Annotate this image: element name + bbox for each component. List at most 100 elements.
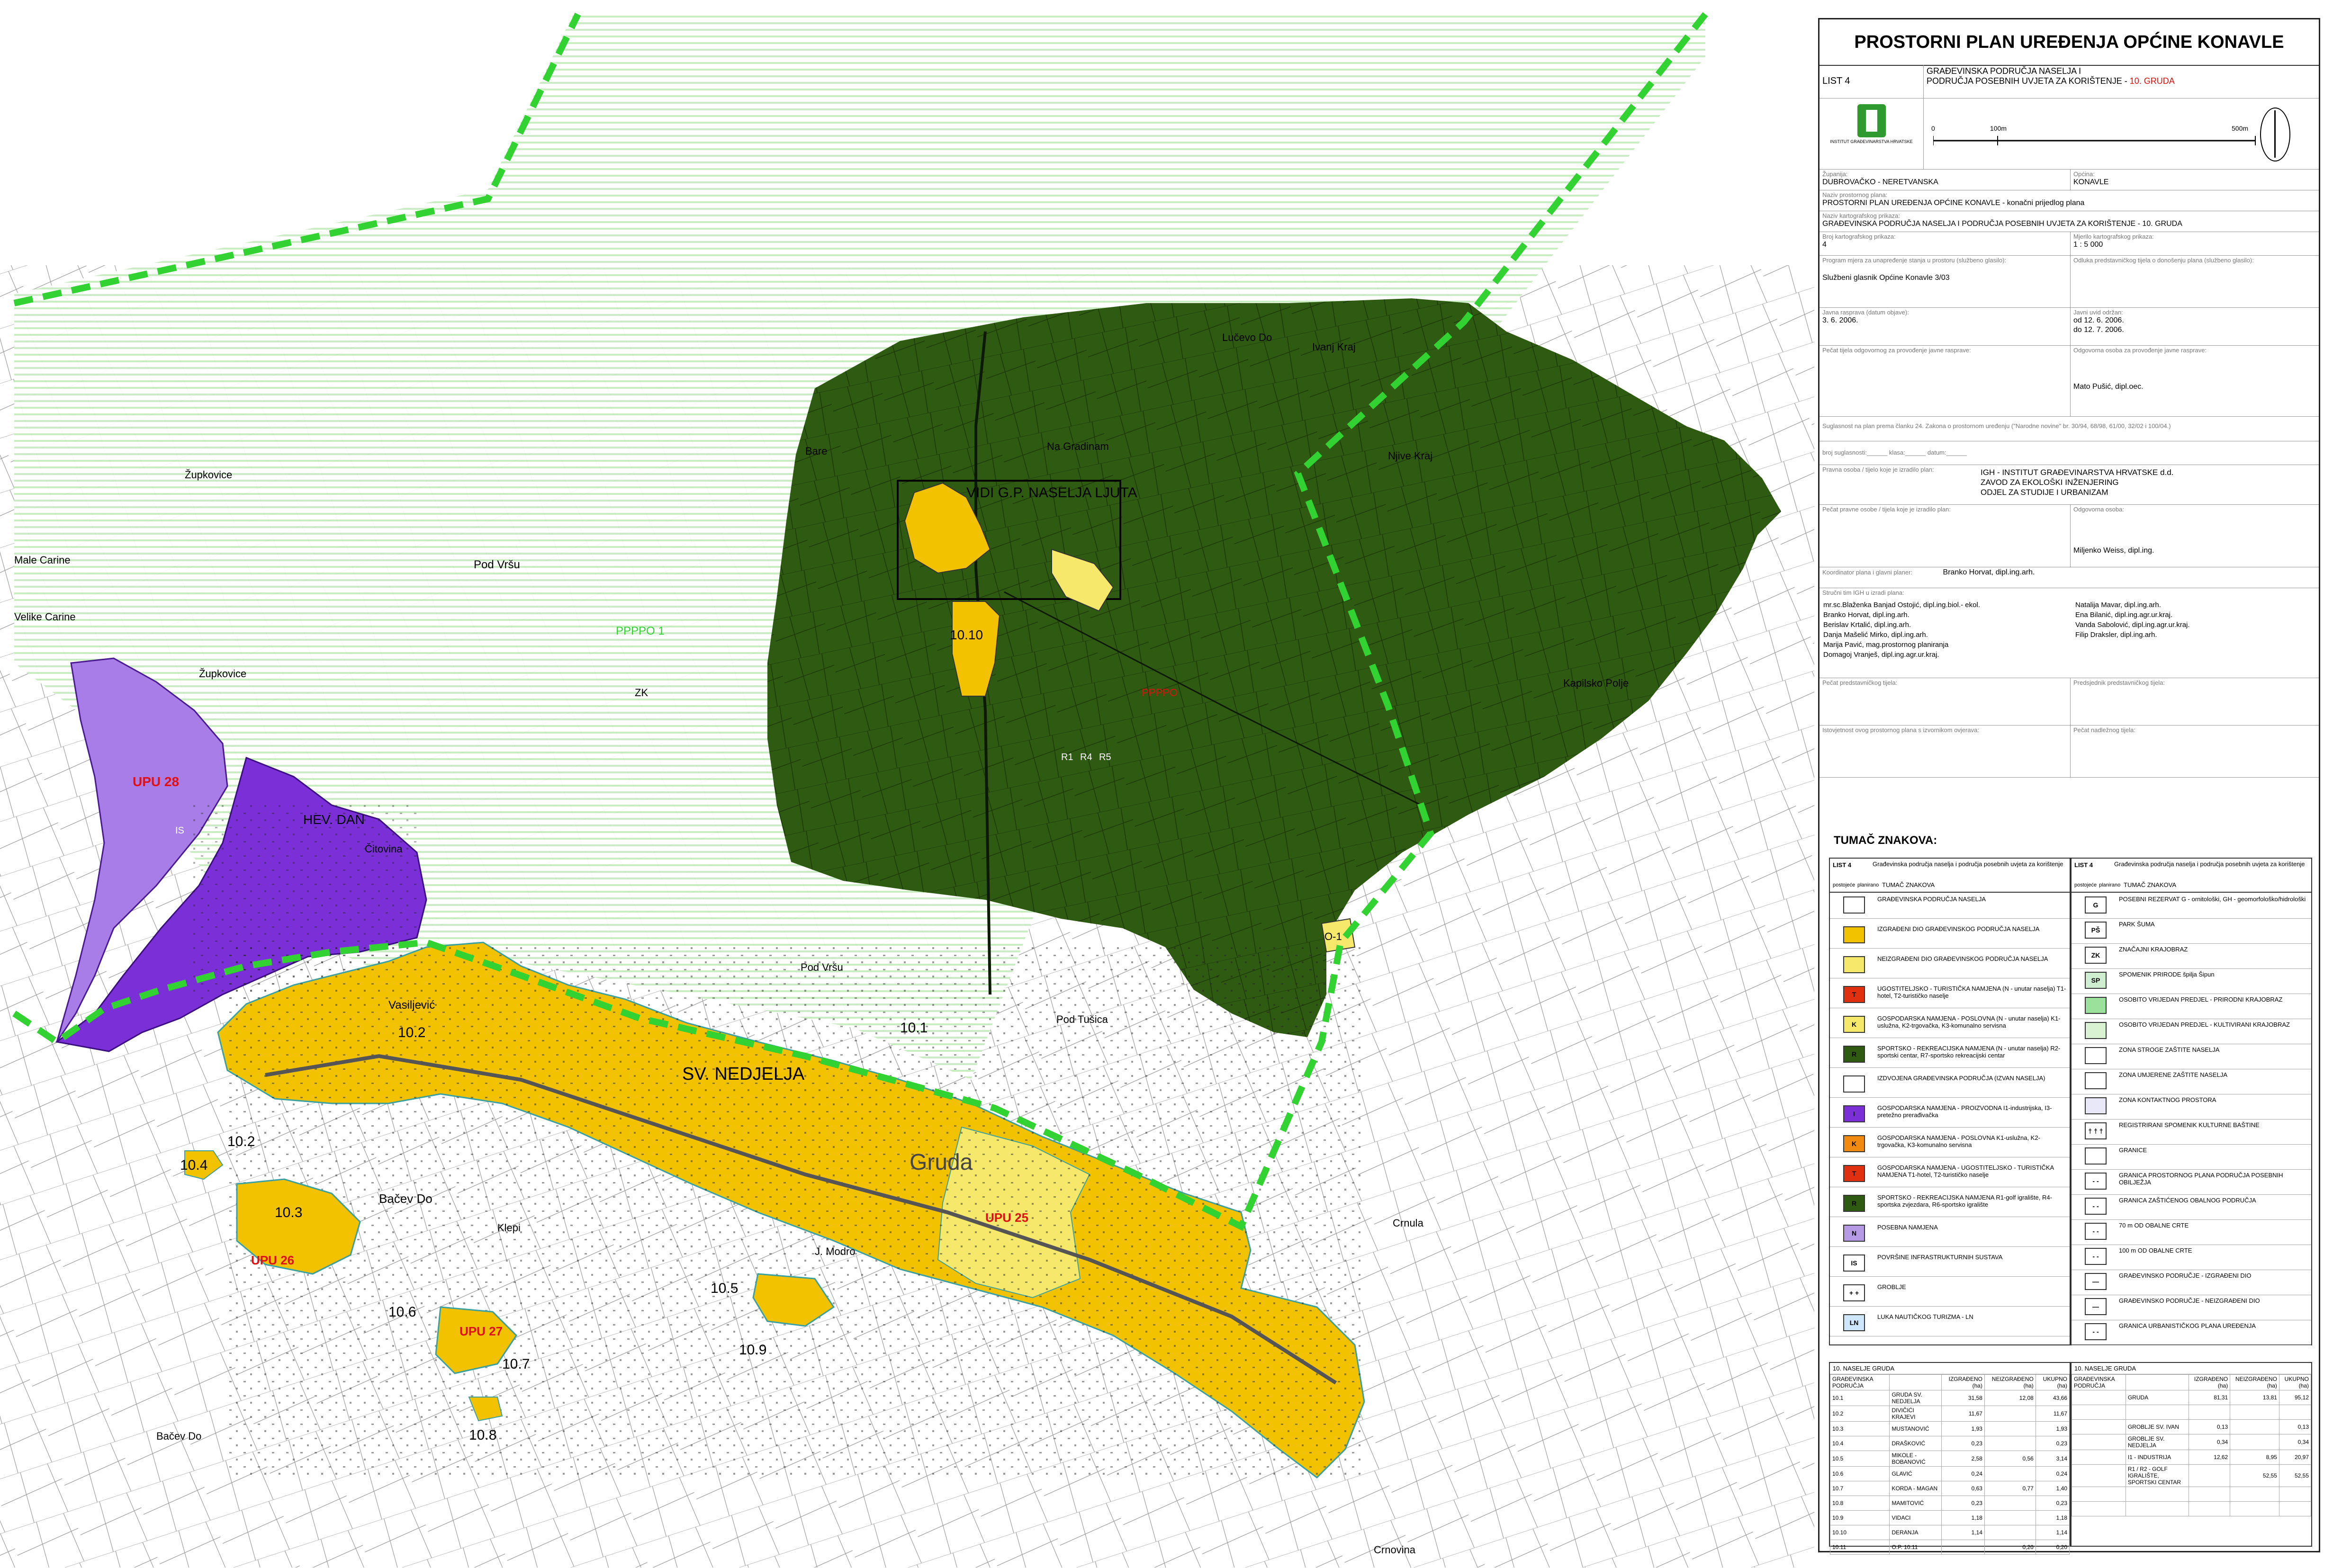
legend-symbol-icon: - - (2085, 1248, 2107, 1265)
legend-symbol-icon (1843, 956, 1865, 973)
legend-symbol-icon (2085, 997, 2107, 1014)
table-header-cell: IZGRAĐENO (ha) (1941, 1374, 1985, 1390)
legend-label: GOSPODARSKA NAMJENA - POSLOVNA (N - unut… (1877, 1015, 2061, 1029)
label-na-gradinam: Na Gradinam (1047, 440, 1109, 452)
legend-left-c1: postojeće (1833, 882, 1856, 888)
pravna-line-1: IGH - INSTITUT GRAĐEVINARSTVA HRVATSKE d… (1981, 468, 2174, 477)
team-member: Filip Draksler, dipl.ing.arh. (2075, 631, 2157, 639)
table-row: GROBLJE SV. IVAN 0,13 0,13 (2072, 1419, 2312, 1434)
legend-item: PŠ PARK ŠUMA (2072, 918, 2311, 944)
table-cell: 10.8 (1829, 1496, 1890, 1511)
label-crnula: Crnula (1393, 1217, 1424, 1229)
label-lucovo: Lučevo Do (1222, 332, 1272, 343)
table-cell: 3,14 (2035, 1451, 2070, 1467)
table-row: 10.4 DRAŠKOVIĆ 0,23 0,23 (1829, 1436, 2070, 1451)
label-10-5: 10.5 (711, 1281, 738, 1296)
label-10-3: 10.3 (275, 1205, 302, 1220)
label-velike-carine: Velike Carine (14, 611, 76, 623)
odgovorna-value: Mato Pušić, dipl.oec. (2073, 383, 2144, 391)
legend-label: 70 m OD OBALNE CRTE (2119, 1222, 2189, 1229)
scale-100: 100m (1990, 125, 2007, 132)
table-cell (1984, 1436, 2036, 1451)
label-r1: R1 (1061, 752, 1073, 762)
legend-label: ZNAČAJNI KRAJOBRAZ (2119, 946, 2188, 953)
legend-label: GRAĐEVINSKO PODRUČJE - IZGRAĐENI DIO (2119, 1272, 2252, 1279)
naziv-prikaza-label: Naziv kartografskog prikaza: (1822, 212, 1901, 219)
legend-symbol-icon (1843, 1075, 1865, 1093)
table-cell: KORDA - MAGAN (1889, 1481, 1942, 1496)
table-cell: MAMITOVIĆ (1889, 1496, 1942, 1511)
label-pod-vrsu: Pod Vršu (474, 558, 520, 571)
table-cell (2125, 1501, 2189, 1516)
label-bacev-do: Bačev Do (379, 1192, 432, 1206)
legend-symbol-icon: R (1843, 1046, 1865, 1063)
legend-right-list: LIST 4 (2074, 861, 2093, 869)
team-right: Natalija Mavar, dipl.ing.arh. Ena Bilani… (2075, 600, 2190, 640)
table-row: 10.8 MAMITOVIĆ 0,23 0,23 (1829, 1496, 2070, 1511)
legend-symbol-icon: — (2085, 1298, 2107, 1315)
team-member: Vanda Sabolović, dipl.ing.agr.ur.kraj. (2075, 621, 2190, 629)
legend-label: PARK ŠUMA (2119, 921, 2155, 928)
table-cell (2230, 1487, 2279, 1502)
legend-symbol-icon: - - (2085, 1223, 2107, 1240)
label-r5: R5 (1099, 752, 1111, 762)
legend-right: LIST 4 Građevinska područja naselja i po… (2071, 858, 2312, 1345)
legend-symbol-icon: K (1843, 1135, 1865, 1152)
javna-value: 3. 6. 2006. (1822, 316, 1858, 324)
legend-symbol-icon: IS (1843, 1254, 1865, 1272)
legend-label: OSOBITO VRIJEDAN PREDJEL - PRIRODNI KRAJ… (2119, 996, 2283, 1003)
table-cell: 0,34 (2189, 1434, 2231, 1450)
legend-symbol-icon (1843, 896, 1865, 914)
opcina-label: Općina: (2073, 170, 2095, 178)
scale-0: 0 (1931, 125, 1935, 132)
table-cell (2189, 1487, 2231, 1502)
table-cell (2230, 1434, 2279, 1450)
table-cell: 52,55 (2230, 1464, 2279, 1487)
north-arrow-icon (2260, 108, 2290, 161)
legend-symbol-icon: SP (2085, 972, 2107, 989)
legend-item: — GRAĐEVINSKO PODRUČJE - NEIZGRAĐENI DIO (2072, 1294, 2311, 1320)
label-sv-nedjelja: SV. NEDJELJA (682, 1064, 805, 1084)
table-row (2072, 1405, 2312, 1420)
plan-title: PROSTORNI PLAN UREĐENJA OPĆINE KONAVLE (1820, 19, 2319, 66)
label-j-modro: J. Modro (815, 1245, 856, 1257)
label-r4: R4 (1080, 752, 1092, 762)
legend-item: - - GRANICA PROSTORNOG PLANA PODRUČJA POS… (2072, 1169, 2311, 1195)
legend-item: I GOSPODARSKA NAMJENA - PROIZVODNA I1-ind… (1830, 1102, 2070, 1128)
table-cell: 1,93 (2035, 1421, 2070, 1436)
legend-symbol-icon (2085, 1072, 2107, 1089)
table-row: 10.2 DIVIČIĆI KRAJEVI 11,67 11,67 (1829, 1406, 2070, 1422)
legend-item: - - GRANICA ZAŠTIĆENOG OBALNOG PODRUČJA (2072, 1194, 2311, 1220)
naziv-plana-value: PROSTORNI PLAN UREĐENJA OPĆINE KONAVLE -… (1822, 199, 2085, 207)
table-cell: 20,97 (2279, 1450, 2312, 1465)
table-cell: 10.9 (1829, 1510, 1890, 1525)
legend-label: UGOSTITELJSKO - TURISTIČKA NAMJENA (N - … (1877, 985, 2066, 999)
table-header-cell (1889, 1374, 1942, 1390)
legend-item: IZDVOJENA GRAĐEVINSKA PODRUČJA (IZVAN NA… (1830, 1072, 2070, 1098)
label-10-2b: 10.2 (227, 1134, 255, 1149)
team-member: Domagoj Vranješ, dipl.ing.agr.ur.kraj. (1823, 651, 1939, 659)
legend-item: - - GRANICA URBANISTIČKOG PLANA UREĐENJA (2072, 1319, 2311, 1345)
legend-item: T UGOSTITELJSKO - TURISTIČKA NAMJENA (N -… (1830, 982, 2070, 1008)
legend-symbol-icon: + + (1843, 1284, 1865, 1301)
legend-left: LIST 4 Građevinska područja naselja i po… (1829, 858, 2071, 1345)
legend-item: + + GROBLJE (1830, 1281, 2070, 1307)
map-canvas[interactable]: VIDI G.P. NASELJA LJUTA SV. NEDJELJA Gru… (0, 0, 1814, 1568)
pravna-line-2: ZAVOD ZA EKOLOŠKI INŽENJERING (1981, 478, 2119, 487)
area-table-right: 10. NASELJE GRUDA GRAĐEVINSKA PODRUČJA IZ… (2071, 1362, 2312, 1547)
table-cell: 1,18 (2035, 1510, 2070, 1525)
table-cell: 10.10 (1829, 1525, 1890, 1540)
legend-label: GRANICA URBANISTIČKOG PLANA UREĐENJA (2119, 1322, 2256, 1329)
table-cell (1984, 1525, 2036, 1540)
program-label: Program mjera za unapređenje stanja u pr… (1822, 257, 2007, 264)
table-cell: DERANJA (1889, 1525, 1942, 1540)
legend-label: ZONA STROGE ZAŠTITE NASELJA (2119, 1046, 2220, 1053)
label-10-8: 10.8 (469, 1427, 496, 1443)
legend-symbol-icon (2085, 1097, 2107, 1114)
team-member: Natalija Mavar, dipl.ing.arh. (2075, 601, 2161, 609)
legend-label: POSEBNI REZERVAT G - ornitološki, GH - g… (2119, 896, 2306, 903)
table-cell (1984, 1510, 2036, 1525)
odgovorna-label: Odgovorna osoba za provođenje javne rasp… (2073, 347, 2207, 354)
legend-right-c2: planirano (2099, 882, 2121, 888)
table-cell: 1,40 (2035, 1481, 2070, 1496)
